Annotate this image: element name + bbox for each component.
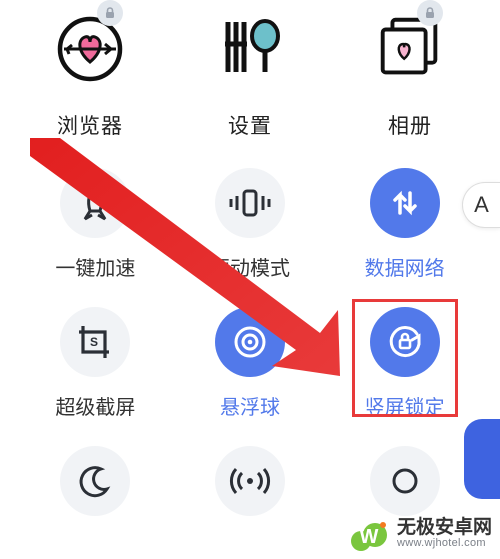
moon-circle (60, 446, 130, 516)
app-settings[interactable]: 设置 (180, 10, 320, 140)
watermark: W 无极安卓网 www.wjhotel.com (349, 513, 492, 555)
watermark-brand: 无极安卓网 (397, 518, 492, 538)
toggle-screenshot[interactable]: S 超级截屏 (30, 307, 160, 420)
lock-badge (97, 0, 123, 26)
app-browser[interactable]: 浏览器 (20, 10, 160, 140)
photos-icon (371, 13, 449, 85)
accessibility-side-button[interactable]: A (462, 182, 500, 228)
watermark-url: www.wjhotel.com (397, 538, 492, 550)
app-icon-gallery (371, 10, 449, 88)
app-icon-browser (51, 10, 129, 88)
hotspot-icon (228, 463, 272, 499)
generic-icon (387, 463, 423, 499)
lock-badge (417, 0, 443, 26)
vibrate-circle (215, 168, 285, 238)
target-icon (230, 322, 270, 362)
data-circle (370, 168, 440, 238)
app-gallery[interactable]: 相册 (340, 10, 480, 140)
rocket-icon (75, 183, 115, 223)
app-icon-settings (211, 10, 289, 88)
lock-icon (103, 6, 117, 20)
hoverball-circle (215, 307, 285, 377)
svg-text:S: S (90, 335, 98, 349)
svg-text:W: W (360, 526, 379, 548)
vibrate-icon (227, 186, 273, 220)
cutlery-icon (213, 14, 287, 84)
data-arrows-icon (387, 185, 423, 221)
app-label-settings: 设置 (228, 110, 272, 140)
toggle-label: 超级截屏 (55, 391, 135, 420)
toggle-vibrate[interactable]: 振动模式 (185, 168, 315, 281)
logo-icon: W (349, 513, 391, 555)
app-label-browser: 浏览器 (57, 110, 123, 140)
app-label-gallery: 相册 (388, 110, 432, 140)
toggle-hoverball[interactable]: 悬浮球 (185, 307, 315, 420)
toggle-rotation-lock[interactable]: 竖屏锁定 (340, 307, 470, 420)
toggle-label: 一键加速 (55, 252, 135, 281)
toggle-speedup[interactable]: 一键加速 (30, 168, 160, 281)
side-button-label: A (474, 192, 489, 218)
highlight-box (352, 299, 458, 417)
unknown-circle (370, 446, 440, 516)
lock-icon (423, 6, 437, 20)
toggle-label: 悬浮球 (220, 391, 280, 420)
toggle-unknown[interactable] (340, 446, 470, 516)
apps-row: 浏览器 设置 (0, 0, 500, 140)
side-scroll-indicator (464, 419, 500, 499)
toggle-label: 振动模式 (210, 252, 290, 281)
quick-toggles: 一键加速 振动模式 数据网络 (0, 168, 500, 516)
toggle-data[interactable]: 数据网络 (340, 168, 470, 281)
toggle-label: 数据网络 (365, 252, 445, 281)
crop-s-icon: S (75, 322, 115, 362)
moon-icon (77, 463, 113, 499)
toggle-night-mode[interactable] (30, 446, 160, 516)
screenshot-circle: S (60, 307, 130, 377)
speedup-circle (60, 168, 130, 238)
toggle-hotspot[interactable] (185, 446, 315, 516)
hotspot-circle (215, 446, 285, 516)
